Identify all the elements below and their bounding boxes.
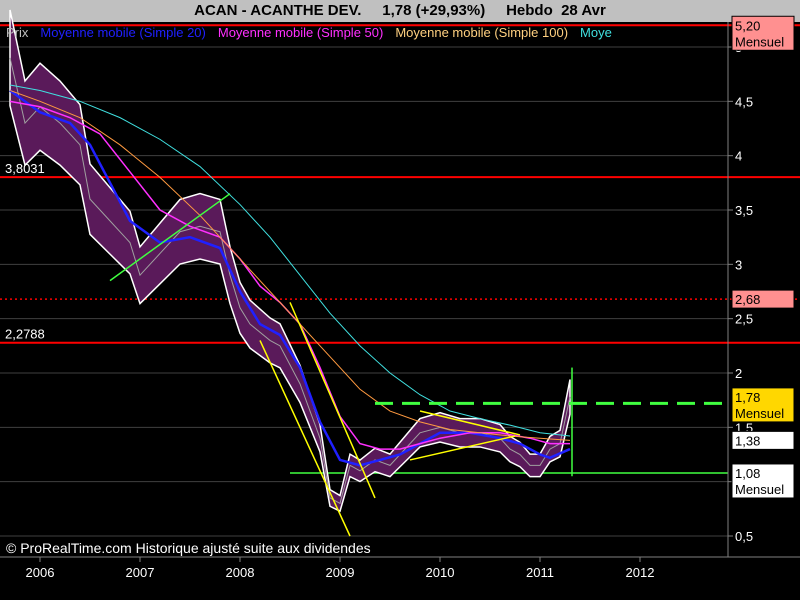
x-tick-label-5: 2011 [526, 565, 554, 580]
price-label-sub-2: Mensuel [735, 406, 784, 421]
legend-ma20: Moyenne mobile (Simple 20) [40, 25, 206, 40]
legend-price: Prix [6, 25, 29, 40]
y-tick-label-3: 2 [735, 366, 742, 381]
legend-ma50: Moyenne mobile (Simple 50) [217, 25, 384, 40]
x-tick-label-0: 2006 [26, 565, 55, 580]
price-label-value-1: 2,68 [735, 292, 760, 307]
y-tick-label-0: 0,5 [735, 529, 753, 544]
y-tick-label-6: 3,5 [735, 203, 753, 218]
level-label-1: 2,2788 [5, 327, 45, 342]
price-label-value-2: 1,78 [735, 390, 760, 405]
price-label-sub-4: Mensuel [735, 482, 784, 497]
price-chart[interactable]: 0,511,522,533,544,55 2006200720082009201… [0, 0, 800, 600]
y-tick-label-7: 4 [735, 149, 742, 164]
legend-ma-extra: Moye [580, 25, 612, 40]
x-tick-label-3: 2009 [326, 565, 355, 580]
price-label-value-4: 1,08 [735, 466, 760, 481]
x-tick-label-4: 2010 [426, 565, 455, 580]
x-tick-label-6: 2012 [626, 565, 655, 580]
x-tick-label-1: 2007 [126, 565, 155, 580]
price-label-value-3: 1,38 [735, 433, 760, 448]
x-axis-ticks: 2006 2007 2008 2009 2010 2011 2012 [26, 557, 655, 580]
x-tick-label-2: 2008 [226, 565, 255, 580]
price-label-sub-0: Mensuel [735, 34, 784, 49]
y-tick-label-4: 2,5 [735, 312, 753, 327]
price-label-value-0: 5,20 [735, 18, 760, 33]
legend: Prix Moyenne mobile (Simple 20) Moyenne mo… [6, 25, 726, 40]
footer-copyright: © ProRealTime.com Historique ajusté suit… [6, 540, 371, 556]
y-tick-label-8: 4,5 [735, 94, 753, 109]
legend-ma100: Moyenne mobile (Simple 100) [395, 25, 569, 40]
level-label-0: 3,8031 [5, 161, 45, 176]
y-tick-label-5: 3 [735, 257, 742, 272]
